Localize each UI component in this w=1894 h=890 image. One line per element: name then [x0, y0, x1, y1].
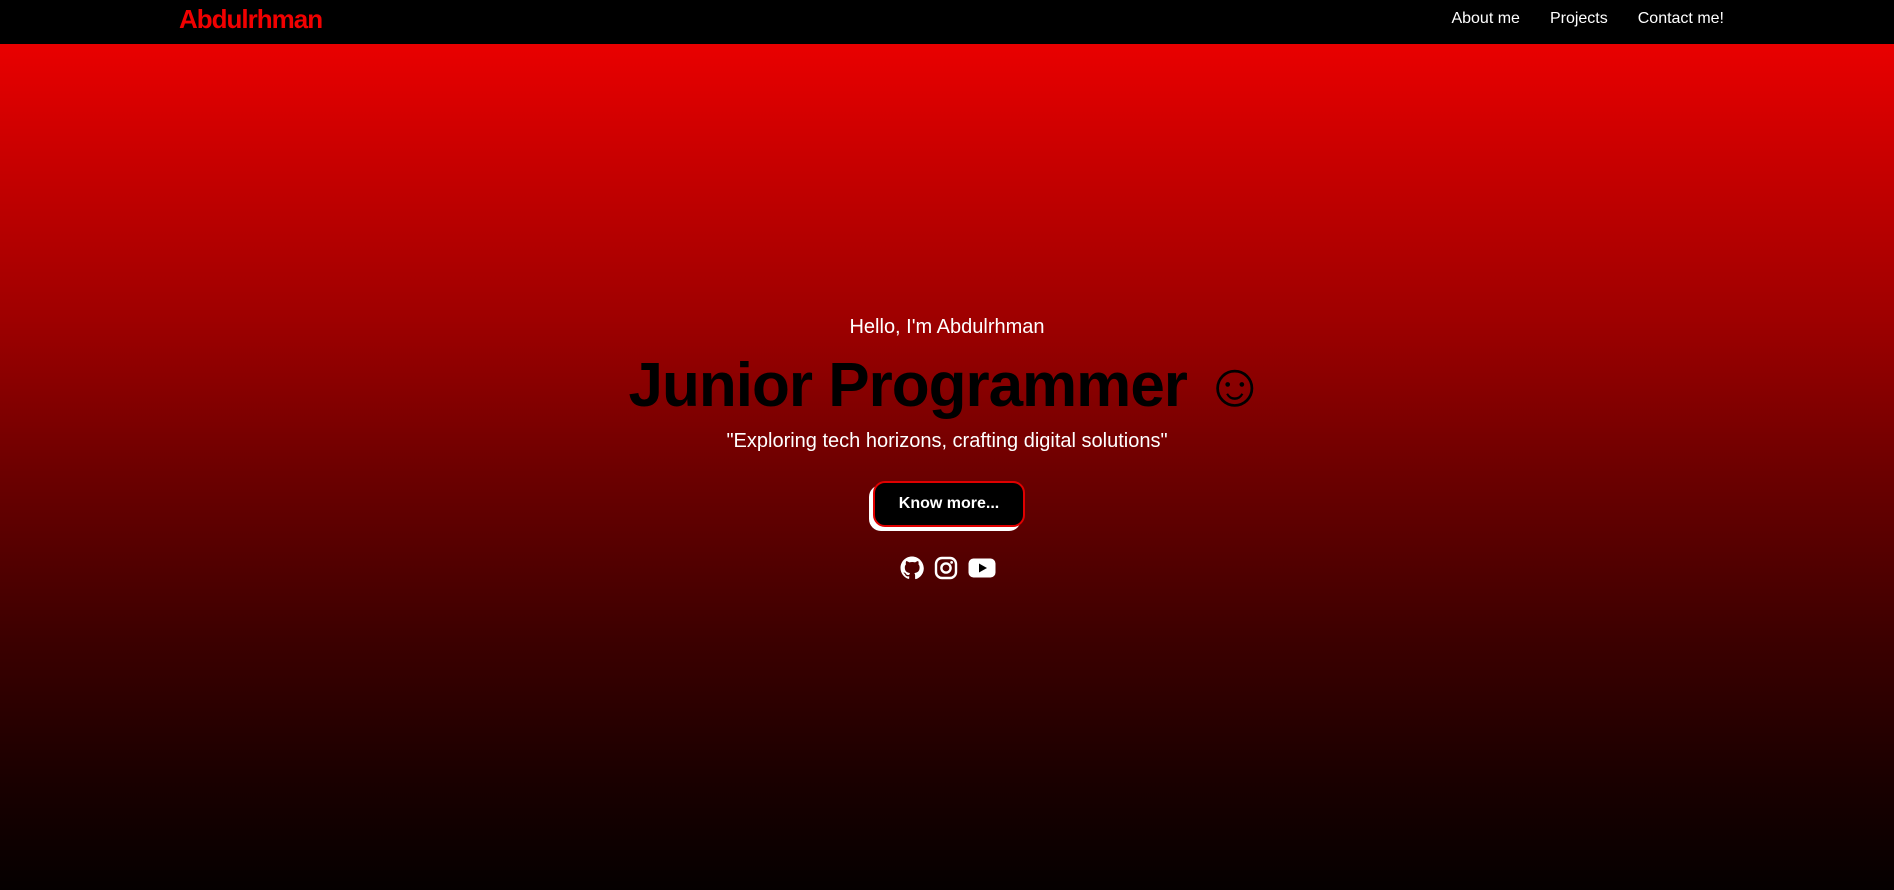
instagram-icon[interactable]	[934, 556, 958, 580]
hero-headline: Junior Programmer ☺	[628, 351, 1267, 420]
hero-tagline: "Exploring tech horizons, crafting digit…	[726, 430, 1168, 452]
navbar: Abdulrhman About me Projects Contact me!	[0, 0, 1894, 44]
nav-links: About me Projects Contact me!	[1451, 10, 1724, 28]
nav-link-contact[interactable]: Contact me!	[1638, 10, 1724, 28]
know-more-button[interactable]: Know more...	[873, 481, 1025, 527]
youtube-icon[interactable]	[968, 556, 996, 580]
github-icon[interactable]	[900, 556, 924, 580]
nav-link-projects[interactable]: Projects	[1550, 10, 1608, 28]
brand-logo[interactable]: Abdulrhman	[179, 4, 323, 35]
hero-greeting: Hello, I'm Abdulrhman	[849, 316, 1045, 338]
nav-link-about[interactable]: About me	[1451, 10, 1519, 28]
social-links	[900, 556, 996, 580]
